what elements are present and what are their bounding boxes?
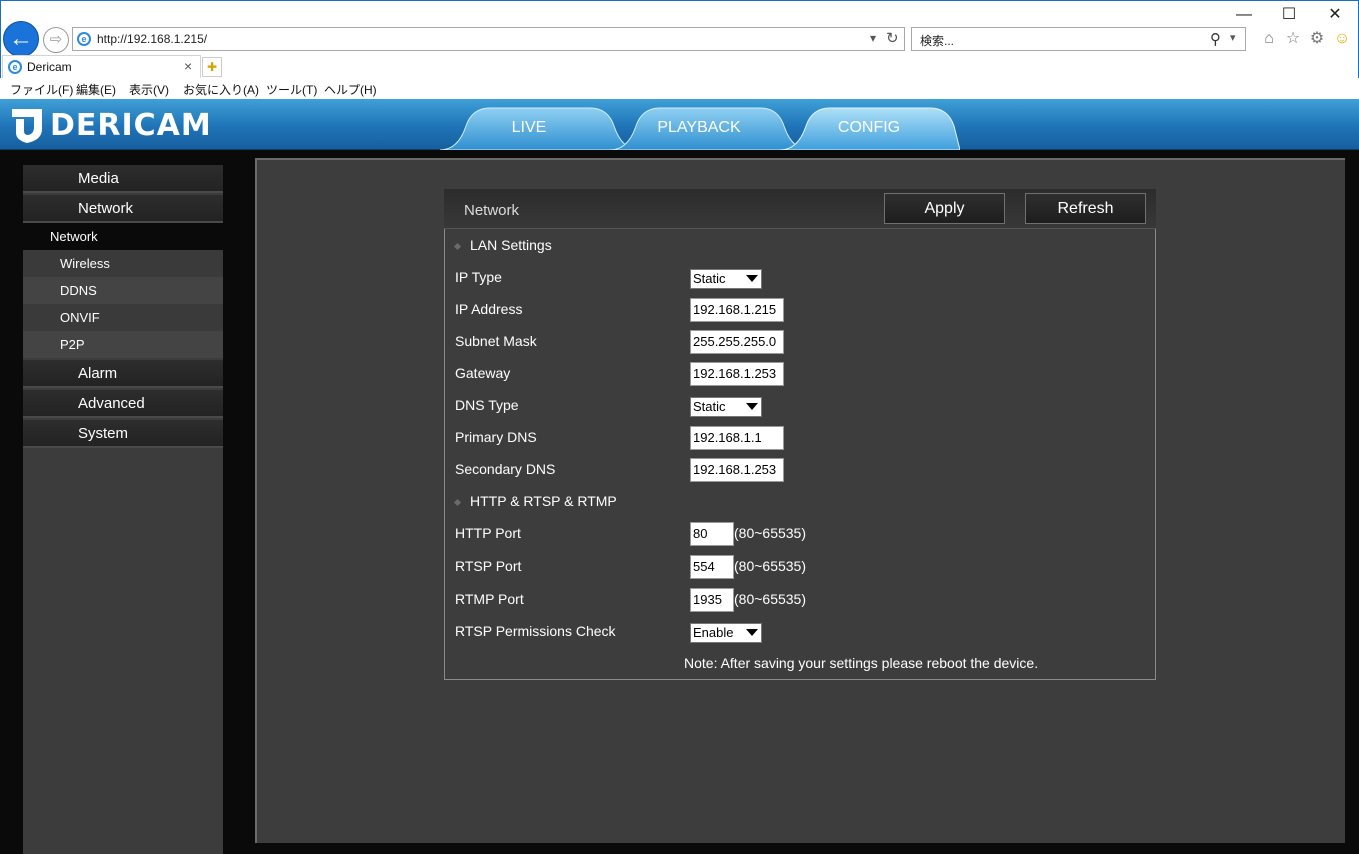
lan-settings-heading: LAN Settings xyxy=(470,237,552,253)
minimize-icon[interactable]: — xyxy=(1221,2,1267,28)
browser-tab[interactable]: e Dericam × xyxy=(2,55,201,78)
chevron-down-icon xyxy=(746,403,758,410)
rtmp-port-input[interactable]: 1935 xyxy=(690,588,734,612)
chevron-down-icon xyxy=(746,275,758,282)
tab-close-icon[interactable]: × xyxy=(184,58,192,74)
lan-settings-section: LAN Settings xyxy=(453,237,552,253)
sidebar-subitem-network[interactable]: Network xyxy=(23,223,223,250)
section-bullet-icon xyxy=(453,242,462,250)
http-port-range: (80~65535) xyxy=(734,525,807,541)
ie-page-icon: e xyxy=(77,32,91,46)
rtmp-port-label: RTMP Port xyxy=(455,591,524,607)
address-dropdown-icon[interactable]: ▾ xyxy=(870,31,876,45)
refresh-page-icon[interactable]: ↻ xyxy=(886,29,899,47)
sidebar-subitem-wireless[interactable]: Wireless xyxy=(23,250,223,277)
back-button[interactable]: ← xyxy=(3,21,39,57)
primary-dns-label: Primary DNS xyxy=(455,429,537,445)
ip-address-input[interactable]: 192.168.1.215 xyxy=(690,298,784,322)
rtmp-port-range: (80~65535) xyxy=(734,591,807,607)
menu-tools[interactable]: ツール(T) xyxy=(266,81,317,98)
forward-button[interactable]: ⇨ xyxy=(43,27,69,53)
refresh-button[interactable]: Refresh xyxy=(1025,193,1146,224)
sidebar-item-advanced[interactable]: Advanced xyxy=(23,390,223,418)
tab-playback[interactable]: PLAYBACK xyxy=(640,106,758,150)
dns-type-label: DNS Type xyxy=(455,397,519,413)
sidebar-subitem-p2p[interactable]: P2P xyxy=(23,331,223,358)
sidebar-subitem-ddns[interactable]: DDNS xyxy=(23,277,223,304)
sidebar-subitem-onvif[interactable]: ONVIF xyxy=(23,304,223,331)
dns-type-select[interactable]: Static xyxy=(690,397,762,417)
ip-type-value: Static xyxy=(693,271,726,286)
dns-type-value: Static xyxy=(693,399,726,414)
secondary-dns-input[interactable]: 192.168.1.253 xyxy=(690,458,784,482)
menu-favorites[interactable]: お気に入り(A) xyxy=(183,81,259,98)
favorites-star-icon[interactable]: ☆ xyxy=(1283,29,1303,49)
address-bar[interactable]: e http://192.168.1.215/ ▾ ↻ xyxy=(72,27,905,51)
menu-view[interactable]: 表示(V) xyxy=(129,81,169,98)
search-dropdown-icon[interactable]: ▾ xyxy=(1230,31,1236,44)
secondary-dns-label: Secondary DNS xyxy=(455,461,556,477)
ip-type-select[interactable]: Static xyxy=(690,269,762,289)
primary-dns-input[interactable]: 192.168.1.1 xyxy=(690,426,784,450)
sidebar-item-system[interactable]: System xyxy=(23,420,223,448)
rtsp-permissions-label: RTSP Permissions Check xyxy=(455,623,616,639)
ip-type-label: IP Type xyxy=(455,269,502,285)
subnet-mask-label: Subnet Mask xyxy=(455,333,537,349)
chevron-down-icon xyxy=(746,629,758,636)
tab-ie-icon: e xyxy=(8,60,22,74)
smiley-feedback-icon[interactable]: ☺ xyxy=(1332,29,1352,49)
sidebar-item-network[interactable]: Network xyxy=(23,195,223,223)
network-settings-panel xyxy=(444,229,1156,680)
apply-button[interactable]: Apply xyxy=(884,193,1005,224)
close-window-icon[interactable]: ✕ xyxy=(1312,2,1358,28)
dericam-logo-icon xyxy=(12,109,42,143)
rtsp-permissions-value: Enable xyxy=(693,625,734,640)
sidebar-item-alarm[interactable]: Alarm xyxy=(23,360,223,388)
reboot-note: Note: After saving your settings please … xyxy=(684,655,1039,671)
ip-address-label: IP Address xyxy=(455,301,523,317)
search-icon[interactable]: ⚲ xyxy=(1210,30,1221,48)
ports-heading: HTTP & RTSP & RTMP xyxy=(470,493,617,509)
search-bar[interactable]: 検索... ⚲ ▾ xyxy=(911,27,1246,51)
rtsp-port-range: (80~65535) xyxy=(734,558,807,574)
address-text[interactable]: http://192.168.1.215/ xyxy=(97,32,207,46)
http-port-label: HTTP Port xyxy=(455,525,521,541)
logo-text: DERICAM xyxy=(50,108,212,143)
menu-file[interactable]: ファイル(F) xyxy=(10,81,73,98)
settings-gear-icon[interactable]: ⚙ xyxy=(1307,29,1327,49)
subnet-mask-input[interactable]: 255.255.255.0 xyxy=(690,330,784,354)
menu-bar: ファイル(F) 編集(E) 表示(V) お気に入り(A) ツール(T) ヘルプ(… xyxy=(0,78,1359,99)
menu-help[interactable]: ヘルプ(H) xyxy=(324,81,377,98)
rtsp-port-label: RTSP Port xyxy=(455,558,522,574)
section-bullet-icon xyxy=(453,498,462,506)
ports-section: HTTP & RTSP & RTMP xyxy=(453,493,617,509)
gateway-input[interactable]: 192.168.1.253 xyxy=(690,362,784,386)
search-input[interactable]: 検索... xyxy=(920,32,954,49)
tab-live[interactable]: LIVE xyxy=(470,106,588,150)
tab-title: Dericam xyxy=(27,60,72,74)
rtsp-port-input[interactable]: 554 xyxy=(690,555,734,579)
new-tab-icon[interactable]: ✚ xyxy=(202,57,222,77)
maximize-icon[interactable]: ☐ xyxy=(1266,2,1312,28)
home-icon[interactable]: ⌂ xyxy=(1259,29,1279,49)
menu-edit[interactable]: 編集(E) xyxy=(76,81,116,98)
rtsp-permissions-select[interactable]: Enable xyxy=(690,623,762,643)
http-port-input[interactable]: 80 xyxy=(690,522,734,546)
gateway-label: Gateway xyxy=(455,365,511,381)
sidebar-item-media[interactable]: Media xyxy=(23,165,223,193)
panel-title: Network xyxy=(464,202,520,219)
app-header: DERICAM LIVE PLAYBACK CONFIG xyxy=(0,99,1359,150)
tab-config[interactable]: CONFIG xyxy=(810,106,928,150)
